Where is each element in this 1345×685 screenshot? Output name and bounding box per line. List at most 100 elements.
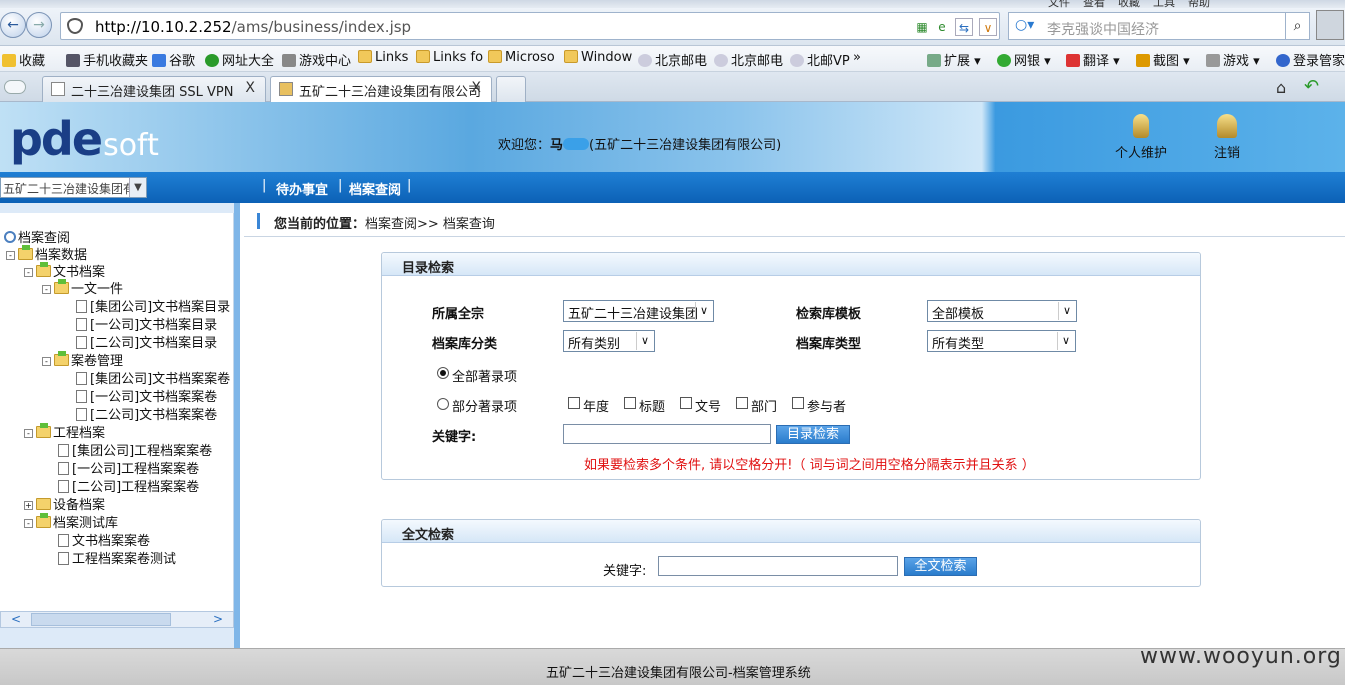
forward-button[interactable]: → [26, 12, 52, 38]
google-icon [152, 54, 166, 67]
fulltext-search-button[interactable]: 全文检索 [904, 557, 977, 576]
partial-fields-radio[interactable] [437, 398, 449, 410]
collapse-icon[interactable]: - [24, 268, 33, 277]
fav-bupt-vpn[interactable]: 北邮VP [790, 50, 850, 69]
tree-leaf[interactable]: [集团公司]文书档案目录 [76, 299, 230, 316]
tree-leaf[interactable]: [一公司]工程档案案卷 [58, 461, 199, 478]
tree-leaf[interactable]: [一公司]文书档案目录 [76, 317, 217, 334]
logout-button[interactable]: 注销 [1192, 114, 1262, 161]
tree-leaf[interactable]: 文书档案案卷 [58, 533, 150, 550]
field-dept-checkbox[interactable] [736, 397, 748, 409]
collapse-icon[interactable]: - [24, 519, 33, 528]
tree-node-test-library[interactable]: - 档案测试库 [24, 513, 118, 532]
field-year-checkbox[interactable] [568, 397, 580, 409]
tree-leaf[interactable]: [二公司]文书档案目录 [76, 335, 217, 352]
tree-node-engineering[interactable]: - 工程档案 [24, 423, 105, 442]
catalog-keyword-input[interactable] [563, 424, 771, 444]
qr-icon[interactable]: ▦ [913, 18, 931, 36]
menu-file[interactable]: 文件 [1048, 0, 1070, 8]
type-select[interactable]: 所有类型 ∨ [927, 330, 1076, 352]
search-hint: 如果要检索多个条件, 请以空格分开!（ 词与词之间用空格分隔表示并且关系 ） [584, 458, 1035, 473]
key-icon [1276, 54, 1290, 67]
collapse-icon[interactable]: - [42, 285, 51, 294]
tree-leaf[interactable]: [集团公司]文书档案案卷 [76, 371, 230, 388]
scroll-thumb[interactable] [31, 613, 171, 626]
expand-icon[interactable]: + [24, 501, 33, 510]
menu-tools[interactable]: 工具 [1153, 0, 1175, 8]
ie-icon[interactable]: e [933, 18, 951, 36]
fav-hao[interactable]: 网址大全 [205, 50, 274, 69]
fav-games[interactable]: 游戏中心 [282, 50, 351, 69]
tree-leaf[interactable]: [二公司]文书档案案卷 [76, 407, 217, 424]
field-docno-checkbox[interactable] [680, 397, 692, 409]
close-tab-icon[interactable]: X [471, 80, 481, 96]
scroll-left-icon[interactable]: < [1, 612, 31, 627]
fav-window[interactable]: Window [564, 50, 632, 65]
template-select[interactable]: 全部模板 ∨ [927, 300, 1077, 322]
fav-linksfo[interactable]: Links fo [416, 50, 483, 65]
category-select[interactable]: 所有类别 ∨ [563, 330, 655, 352]
fav-bupt-2[interactable]: 北京邮电 [714, 50, 783, 69]
tree-leaf[interactable]: [二公司]工程档案案卷 [58, 479, 199, 496]
nav-archive-query[interactable]: 档案查阅 [349, 179, 401, 198]
field-title-checkbox[interactable] [624, 397, 636, 409]
fav-collect[interactable]: 收藏 [2, 50, 45, 69]
horizontal-scrollbar[interactable]: < > [0, 611, 234, 628]
personal-maintenance-button[interactable]: 个人维护 [1106, 114, 1176, 161]
close-tab-icon[interactable]: X [245, 80, 255, 96]
back-button[interactable]: ← [0, 12, 26, 38]
collapse-icon[interactable]: - [42, 357, 51, 366]
tree-leaf[interactable]: [一公司]文书档案案卷 [76, 389, 217, 406]
fav-microso[interactable]: Microso [488, 50, 555, 65]
all-fields-radio[interactable] [437, 367, 449, 379]
undo-icon[interactable]: ↶ [1304, 76, 1319, 97]
fav-bupt-1[interactable]: 北京邮电 [638, 50, 707, 69]
bank-button[interactable]: 网银 ▾ [997, 50, 1051, 69]
search-icon[interactable]: ⌕ [1285, 13, 1309, 39]
search-box[interactable]: ○▾ 李克强谈中国经济 ⌕ [1008, 12, 1310, 40]
tab-ssl-vpn[interactable]: 二十三冶建设集团 SSL VPN X [42, 76, 266, 102]
home-icon[interactable]: ⌂ [1276, 78, 1286, 97]
unit-select[interactable]: 五矿二十三冶建设集团有 ▼ [0, 177, 147, 198]
category-label: 档案库分类 [432, 337, 498, 352]
logout-icon [1217, 114, 1237, 138]
url-field[interactable]: http://10.10.2.252/ams/business/index.js… [60, 12, 1000, 40]
tab-archive[interactable]: 五矿二十三冶建设集团有限公司 X [270, 76, 492, 102]
nav-todo[interactable]: 待办事宜 [276, 179, 328, 198]
tree-node-one-file[interactable]: - 一文一件 [42, 279, 123, 298]
fulltext-keyword-input[interactable] [658, 556, 898, 576]
field-participant-checkbox[interactable] [792, 397, 804, 409]
catalog-search-button[interactable]: 目录检索 [776, 425, 850, 444]
search-input[interactable]: 李克强谈中国经济 [1047, 19, 1159, 39]
fav-mobile[interactable]: 手机收藏夹 [66, 50, 148, 69]
menu-help[interactable]: 帮助 [1188, 0, 1210, 8]
search-engine-icon[interactable]: ○▾ [1015, 17, 1034, 33]
fonds-select[interactable]: 五矿二十三冶建设集团 ∨ [563, 300, 714, 322]
dropdown-icon[interactable]: ∨ [979, 18, 997, 36]
fav-google[interactable]: 谷歌 [152, 50, 195, 69]
compat-icon[interactable]: ⇆ [955, 18, 973, 36]
tree-node-equipment[interactable]: + 设备档案 [24, 497, 105, 514]
login-manager-button[interactable]: 登录管家 [1276, 50, 1345, 69]
logo: pdesoft [10, 112, 159, 166]
tree-node-root[interactable]: 档案查阅 [4, 230, 70, 247]
menu-view[interactable]: 查看 [1083, 0, 1105, 8]
collapse-icon[interactable]: - [6, 251, 15, 260]
ext-button[interactable]: 扩展 ▾ [927, 50, 981, 69]
cloud-icon[interactable] [4, 80, 26, 94]
document-icon [58, 534, 69, 547]
gear-icon [4, 231, 16, 243]
tree-node-volumes[interactable]: - 案卷管理 [42, 351, 123, 370]
fav-more[interactable]: » [853, 50, 861, 65]
scroll-right-icon[interactable]: > [203, 612, 233, 627]
menu-favorites[interactable]: 收藏 [1118, 0, 1140, 8]
tree-leaf[interactable]: 工程档案案卷测试 [58, 551, 176, 568]
translate-button[interactable]: 翻译 ▾ [1066, 50, 1120, 69]
screenshot-button[interactable]: 截图 ▾ [1136, 50, 1190, 69]
user-avatar[interactable] [1316, 10, 1344, 40]
new-tab-button[interactable] [496, 76, 526, 102]
collapse-icon[interactable]: - [24, 429, 33, 438]
games-button[interactable]: 游戏 ▾ [1206, 50, 1260, 69]
fav-links[interactable]: Links [358, 50, 408, 65]
tree-leaf[interactable]: [集团公司]工程档案案卷 [58, 443, 212, 460]
